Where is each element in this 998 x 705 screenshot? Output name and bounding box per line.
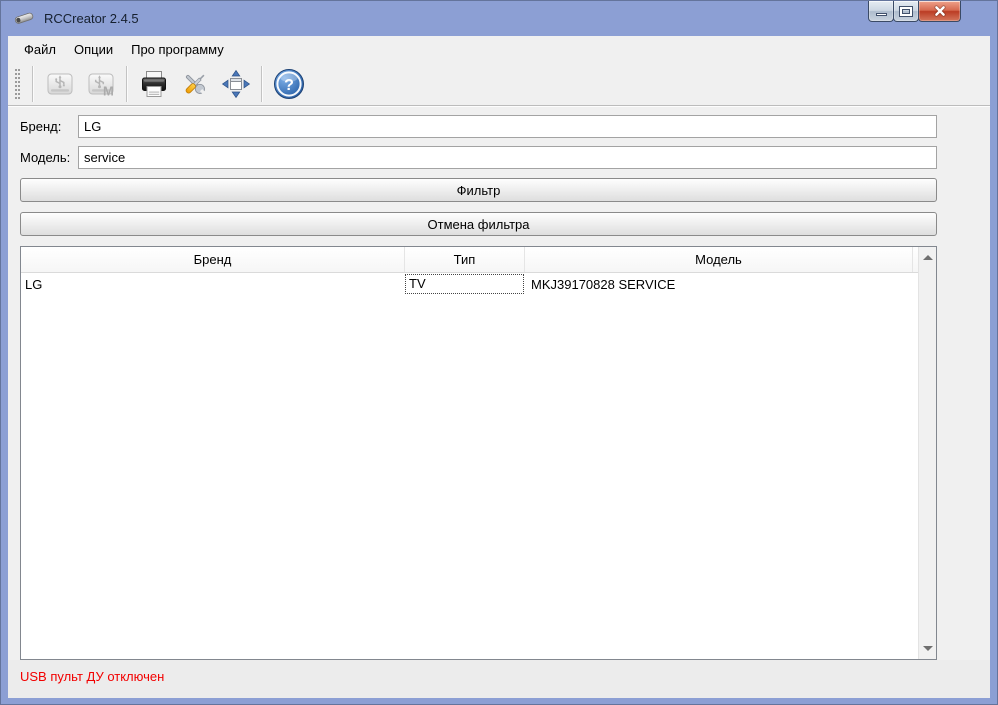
app-window: RCCreator 2.4.5 Файл Опции Про программу [0, 0, 998, 705]
filter-button[interactable]: Фильтр [20, 178, 937, 202]
table-header: Бренд Тип Модель [21, 247, 918, 273]
menu-file[interactable]: Файл [15, 38, 65, 61]
print-button[interactable] [135, 65, 172, 102]
tools-icon [179, 68, 211, 100]
usb-status-text: USB пульт ДУ отключен [20, 669, 164, 684]
results-table: Бренд Тип Модель LG TV MKJ39170828 SERVI… [20, 246, 937, 660]
menu-options[interactable]: Опции [65, 38, 122, 61]
column-header-brand[interactable]: Бренд [21, 247, 405, 272]
statusbar: USB пульт ДУ отключен [8, 660, 990, 698]
menubar: Файл Опции Про программу [8, 36, 990, 62]
minimize-icon [876, 13, 887, 16]
cancel-filter-button[interactable]: Отмена фильтра [20, 212, 937, 236]
cell-brand: LG [21, 277, 405, 292]
titlebar[interactable]: RCCreator 2.4.5 [0, 0, 998, 36]
minimize-button[interactable] [868, 1, 894, 22]
cell-type: TV [405, 275, 525, 293]
toolbar-separator [261, 66, 263, 102]
help-button[interactable]: ? [270, 65, 307, 102]
move-window-button[interactable] [217, 65, 254, 102]
maximize-icon [900, 7, 912, 16]
printer-icon [138, 68, 170, 100]
move-window-icon [220, 68, 252, 100]
window-title: RCCreator 2.4.5 [44, 11, 139, 26]
toolbar-separator [32, 66, 34, 102]
close-button[interactable] [918, 1, 961, 22]
svg-text:?: ? [284, 77, 294, 94]
focused-cell[interactable]: TV [406, 275, 523, 293]
settings-button[interactable] [176, 65, 213, 102]
toolbar-separator [126, 66, 128, 102]
vertical-scrollbar[interactable] [918, 247, 936, 659]
window-controls [868, 1, 961, 22]
help-icon: ? [272, 67, 306, 101]
scroll-up-icon[interactable] [923, 255, 933, 260]
model-row: Модель: [20, 146, 937, 169]
model-input[interactable] [78, 146, 937, 169]
toolbar-grip[interactable] [15, 69, 20, 99]
toolbar: M [8, 62, 990, 106]
content: Бренд: Модель: Фильтр Отмена фильтра Бре… [8, 106, 990, 660]
brand-label: Бренд: [20, 119, 78, 134]
remote-control-icon [13, 9, 35, 27]
model-label: Модель: [20, 150, 78, 165]
brand-input[interactable] [78, 115, 937, 138]
client-area: Файл Опции Про программу [8, 36, 990, 698]
scroll-down-icon[interactable] [923, 646, 933, 651]
maximize-button[interactable] [893, 1, 919, 22]
column-header-model[interactable]: Модель [525, 247, 913, 272]
menu-about[interactable]: Про программу [122, 38, 233, 61]
column-header-type[interactable]: Тип [405, 247, 525, 272]
close-icon [932, 3, 948, 19]
usb-write-memory-button[interactable]: M [82, 65, 119, 102]
svg-text:M: M [103, 83, 114, 98]
usb-write-memory-icon: M [85, 68, 117, 100]
cell-model: MKJ39170828 SERVICE [525, 277, 913, 292]
brand-row: Бренд: [20, 115, 937, 138]
usb-write-icon [44, 68, 76, 100]
usb-write-button[interactable] [41, 65, 78, 102]
table-row[interactable]: LG TV MKJ39170828 SERVICE [21, 273, 918, 295]
